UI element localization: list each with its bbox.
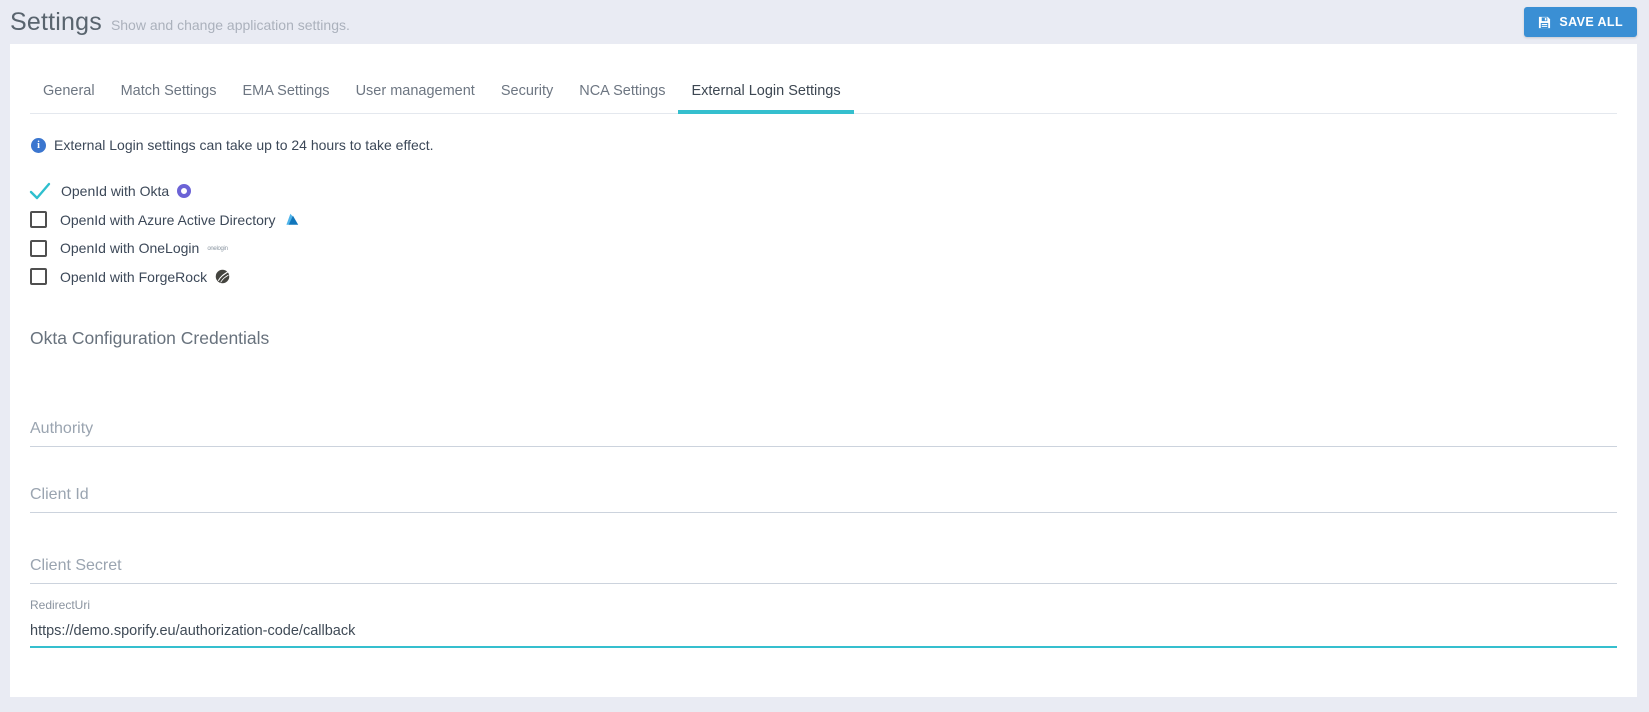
azure-checkbox[interactable] <box>30 211 47 229</box>
notice-text: External Login settings can take up to 2… <box>54 137 434 153</box>
tab-general[interactable]: General <box>30 71 108 114</box>
tab-external-login-settings[interactable]: External Login Settings <box>678 71 854 114</box>
tab-security[interactable]: Security <box>488 71 566 114</box>
tab-match-settings[interactable]: Match Settings <box>108 71 230 114</box>
provider-row-okta: OpenId with Okta <box>29 177 1617 206</box>
provider-row-onelogin: OpenId with OneLogin onelogin <box>30 234 1617 263</box>
settings-card: General Match Settings EMA Settings User… <box>10 44 1637 697</box>
forgerock-checkbox[interactable] <box>30 268 47 286</box>
provider-label-azure: OpenId with Azure Active Directory <box>60 211 276 228</box>
okta-checkbox-checked[interactable] <box>29 181 51 201</box>
redirect-uri-input[interactable] <box>30 616 1617 648</box>
tab-ema-settings[interactable]: EMA Settings <box>230 71 343 114</box>
provider-label-forgerock: OpenId with ForgeRock <box>60 268 208 285</box>
save-all-button-label: SAVE ALL <box>1559 15 1623 29</box>
tab-nca-settings[interactable]: NCA Settings <box>566 71 678 114</box>
page-title: Settings <box>10 7 102 36</box>
section-title-okta-credentials: Okta Configuration Credentials <box>30 328 270 348</box>
provider-label-okta: OpenId with Okta <box>61 183 170 200</box>
page-subtitle: Show and change application settings. <box>110 17 350 33</box>
page-header: Settings Show and change application set… <box>0 0 1649 44</box>
info-icon: i <box>31 137 46 153</box>
floppy-disk-icon <box>1538 16 1551 29</box>
provider-label-onelogin: OpenId with OneLogin <box>60 240 200 257</box>
authority-input[interactable] <box>30 411 1617 447</box>
notice-banner: i External Login settings can take up to… <box>30 137 1617 153</box>
settings-tab-bar: General Match Settings EMA Settings User… <box>30 44 1617 114</box>
redirect-uri-group: RedirectUri <box>30 598 1617 648</box>
onelogin-logo-icon: onelogin <box>207 246 228 253</box>
onelogin-checkbox[interactable] <box>30 239 47 257</box>
provider-list: OpenId with Okta OpenId with Azure Activ… <box>29 177 1617 292</box>
client-id-input[interactable] <box>30 477 1617 513</box>
azure-logo-icon <box>284 213 300 227</box>
client-secret-input[interactable] <box>30 548 1617 584</box>
provider-row-forgerock: OpenId with ForgeRock <box>30 263 1617 292</box>
okta-logo-icon <box>177 184 192 199</box>
forgerock-logo-icon <box>215 269 230 284</box>
save-all-button[interactable]: SAVE ALL <box>1524 7 1637 37</box>
tab-user-management[interactable]: User management <box>343 71 488 114</box>
redirect-uri-label: RedirectUri <box>30 598 91 612</box>
provider-row-azure: OpenId with Azure Active Directory <box>30 206 1617 235</box>
